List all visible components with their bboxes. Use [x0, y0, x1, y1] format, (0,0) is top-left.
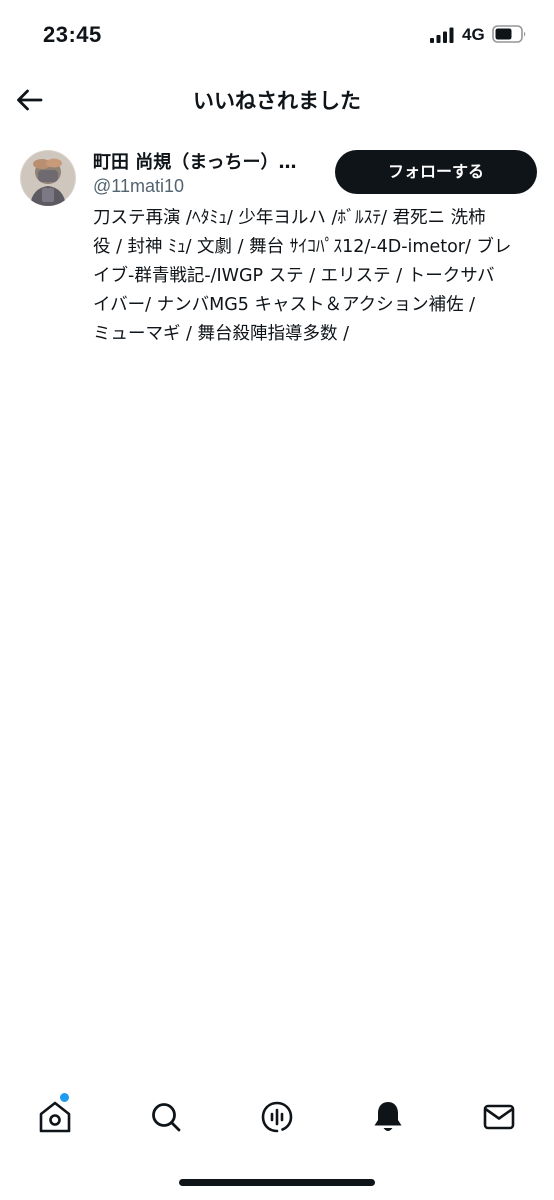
user-bio: 刀ステ再演 /ﾍﾀﾐｭ/ 少年ヨルハ /ﾎﾞﾙｽﾃ/ 君死ニ 洗柿 役 / 封神… — [93, 204, 541, 349]
home-unread-dot — [60, 1093, 69, 1102]
bio-line: イバー/ ナンバMG5 キャスト＆アクション補佐 / — [93, 295, 476, 315]
network-label: 4G — [462, 25, 485, 44]
battery-icon — [492, 24, 528, 44]
tab-spaces[interactable] — [257, 1097, 297, 1137]
home-icon — [35, 1101, 75, 1141]
avatar[interactable] — [20, 150, 76, 206]
bio-line: イブ-群青戦記-/IWGP ステ / エリステ / トークサバ — [93, 266, 495, 286]
follow-button[interactable]: フォローする — [335, 150, 537, 194]
messages-icon — [479, 1104, 519, 1141]
home-indicator[interactable] — [179, 1179, 375, 1186]
notifications-icon — [368, 1102, 408, 1141]
header: いいねされました — [0, 70, 554, 130]
bio-line: 刀ステ再演 /ﾍﾀﾐｭ/ 少年ヨルハ /ﾎﾞﾙｽﾃ/ 君死ニ 洗柿 — [93, 208, 486, 228]
user-handle: @11mati10 — [93, 176, 184, 196]
bio-line: ミューマギ / 舞台殺陣指導多数 / — [93, 324, 349, 344]
display-name[interactable]: 町田 尚規（まっちー）… — [93, 148, 323, 174]
bio-line: 役 / 封神 ﾐｭ/ 文劇 / 舞台 ｻｲｺﾊﾟｽ12/-4D-imetor/ … — [93, 237, 512, 257]
spaces-icon — [257, 1101, 297, 1141]
status-bar: 23:45 4G — [0, 0, 554, 70]
tab-notifications[interactable] — [368, 1097, 408, 1137]
page-title: いいねされました — [193, 89, 361, 113]
search-icon — [146, 1103, 186, 1141]
status-time: 23:45 — [43, 22, 102, 47]
tab-home[interactable] — [35, 1093, 75, 1137]
tab-search[interactable] — [146, 1097, 186, 1137]
tab-messages[interactable] — [479, 1097, 519, 1137]
user-card[interactable]: 町田 尚規（まっちー）… @11mati10 フォローする 刀ステ再演 /ﾍﾀﾐ… — [0, 140, 554, 350]
signal-bars-icon — [430, 27, 456, 43]
tab-bar — [0, 1085, 554, 1149]
